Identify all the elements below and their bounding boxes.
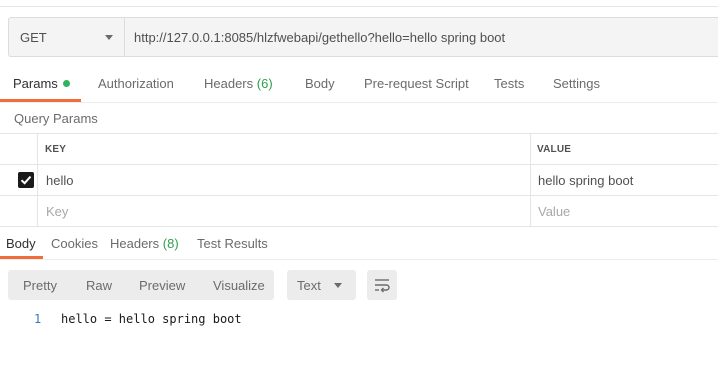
tab-response-headers[interactable]: Headers (8) (110, 236, 179, 251)
response-format-label: Text (297, 278, 321, 293)
chevron-down-icon (334, 283, 342, 288)
tab-response-headers-count: (8) (162, 236, 179, 251)
chevron-down-icon (105, 35, 113, 40)
check-icon (20, 175, 32, 185)
tab-test-results[interactable]: Test Results (197, 236, 268, 251)
table-border (0, 133, 718, 134)
response-view-mode-group: Pretty Raw Preview Visualize (8, 270, 274, 300)
url-input[interactable]: http://127.0.0.1:8085/hlzfwebapi/gethell… (134, 30, 505, 45)
visualize-button[interactable]: Visualize (213, 278, 265, 293)
request-url-bar: GET http://127.0.0.1:8085/hlzfwebapi/get… (8, 17, 718, 57)
tab-response-body[interactable]: Body (6, 236, 36, 251)
params-active-dot-icon (62, 80, 70, 87)
line-number: 1 (34, 312, 42, 326)
tab-params[interactable]: Params (13, 76, 70, 91)
wrap-lines-icon (375, 279, 390, 293)
param-key-cell[interactable]: hello (46, 173, 73, 188)
preview-button[interactable]: Preview (139, 278, 185, 293)
response-body-line: hello = hello spring boot (61, 312, 242, 326)
tab-headers[interactable]: Headers (6) (204, 76, 273, 91)
tab-response-headers-label: Headers (110, 236, 160, 251)
tab-body[interactable]: Body (305, 76, 335, 91)
new-param-value-input[interactable]: Value (538, 204, 570, 219)
method-label: GET (20, 30, 47, 45)
top-strip (0, 0, 718, 7)
tab-response-cookies[interactable]: Cookies (51, 236, 98, 251)
param-value-cell[interactable]: hello spring boot (538, 173, 633, 188)
tab-settings[interactable]: Settings (553, 76, 600, 91)
table-border (37, 133, 38, 226)
divider (0, 102, 718, 103)
request-tabs: Params Authorization Headers (6) Body Pr… (0, 68, 718, 102)
pretty-button[interactable]: Pretty (23, 278, 57, 293)
new-param-key-input[interactable]: Key (46, 204, 68, 219)
tab-tests[interactable]: Tests (494, 76, 524, 91)
tab-pre-request-script[interactable]: Pre-request Script (364, 76, 469, 91)
table-border (0, 195, 718, 196)
column-header-value: VALUE (537, 144, 572, 155)
response-format-select[interactable]: Text (287, 270, 356, 300)
table-border (530, 133, 531, 226)
tab-headers-label: Headers (204, 76, 254, 91)
query-params-title: Query Params (14, 111, 98, 126)
table-border (0, 164, 718, 165)
wrap-lines-button[interactable] (367, 270, 397, 300)
method-select[interactable]: GET (9, 18, 125, 56)
table-border (0, 226, 718, 227)
param-enabled-checkbox[interactable] (18, 172, 34, 188)
tab-headers-count: (6) (256, 76, 273, 91)
column-header-key: KEY (45, 144, 67, 155)
divider (0, 259, 718, 260)
tab-authorization[interactable]: Authorization (98, 76, 174, 91)
raw-button[interactable]: Raw (86, 278, 112, 293)
tab-params-label: Params (13, 76, 58, 91)
